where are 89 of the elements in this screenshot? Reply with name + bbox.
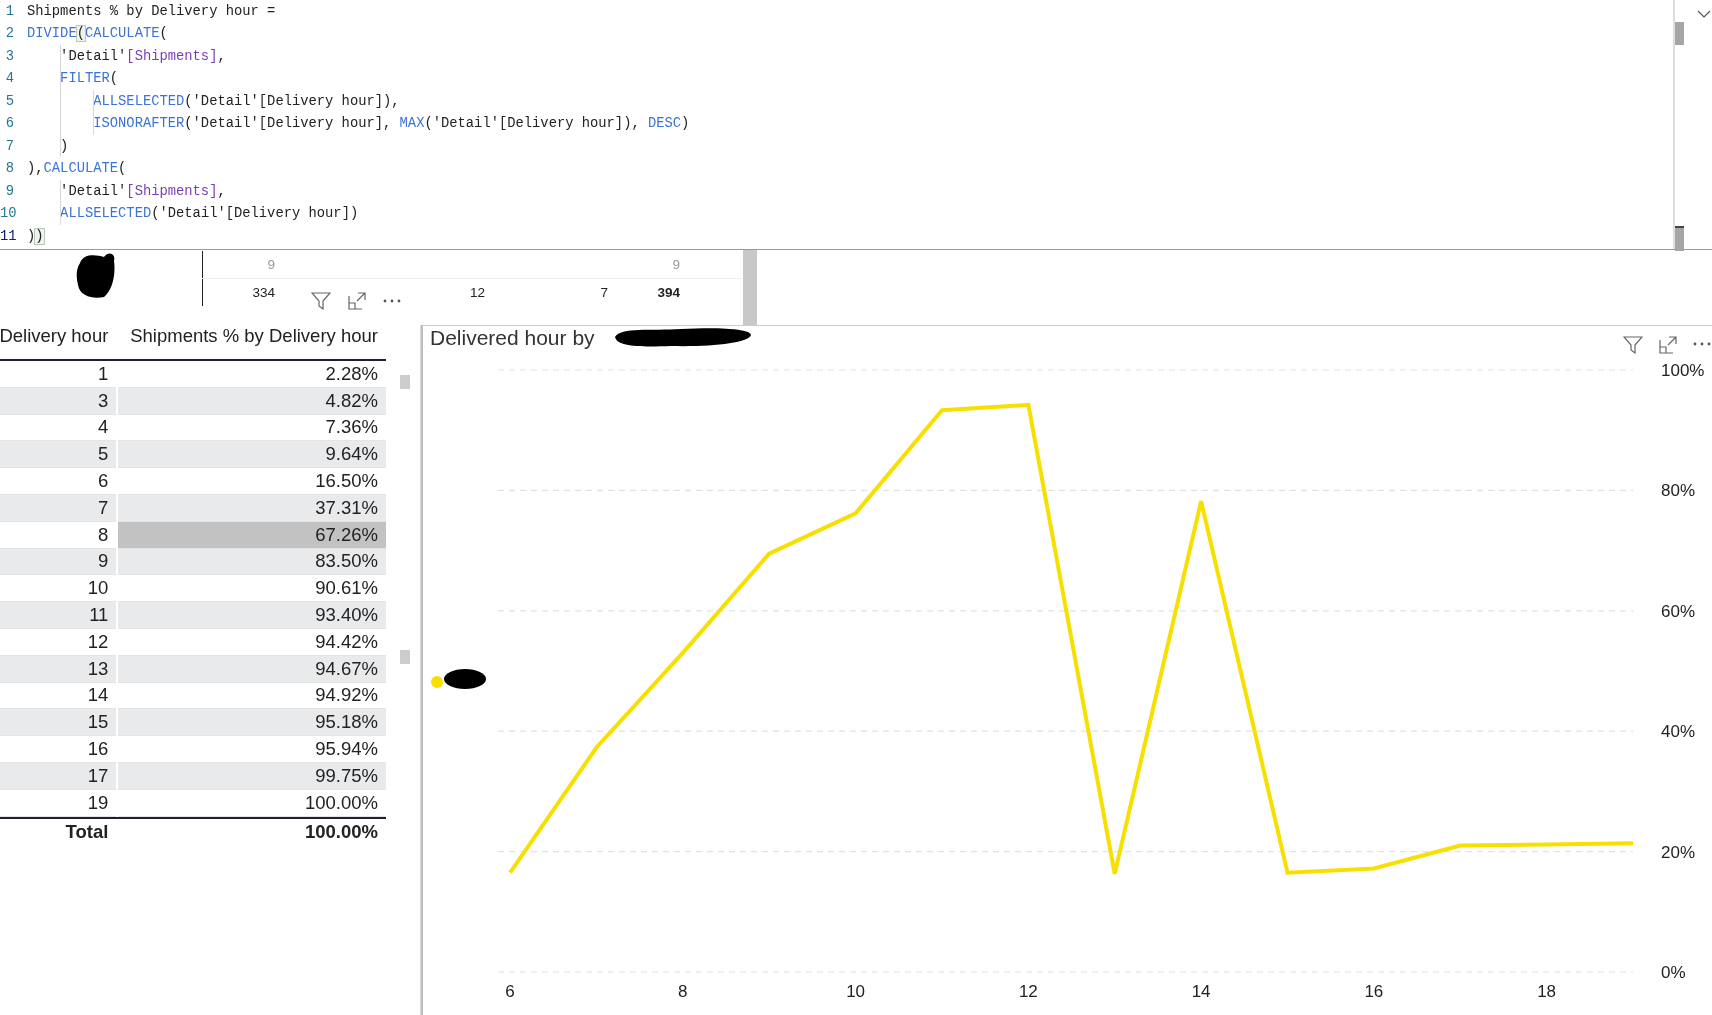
table-cell[interactable]: 9.64% [118, 441, 386, 469]
filter-icon[interactable] [1622, 336, 1643, 354]
table-cell-text: 100.00% [303, 820, 379, 843]
filter-icon[interactable] [311, 292, 331, 310]
axis-label: 6 [505, 982, 515, 1001]
code-line: ISONORAFTER('Detail'[Delivery hour], MAX('Detail'[Delivery hour]), DESC) [92, 116, 690, 132]
axis-label: 8 [678, 982, 688, 1001]
indent-guide [60, 180, 61, 225]
code-line: 'Detail'[Shipments], [59, 48, 226, 64]
code-line: ALLSELECTED('Detail'[Delivery hour]) [59, 206, 359, 222]
table-cell-text: 7 [599, 284, 608, 300]
axis-label: 12 [1018, 982, 1038, 1001]
table-cell-text: 9 [671, 257, 680, 272]
column-header[interactable]: Shipments % by Delivery hour [118, 325, 386, 347]
table-cell[interactable]: 99.75% [118, 762, 386, 790]
line-number: 11 [0, 228, 14, 244]
table-cell: 3 [0, 387, 117, 415]
axis-label: 14 [1191, 982, 1211, 1001]
axis-label: 18 [1537, 982, 1557, 1001]
table-cell-text: 394 [656, 284, 680, 300]
line-number: 4 [4, 71, 14, 87]
code-line: 'Detail'[Shipments], [59, 183, 226, 199]
scroll-thumb[interactable] [1675, 226, 1684, 251]
table-cell: 8 [0, 521, 117, 549]
table-cell[interactable]: 94.67% [118, 655, 386, 683]
scroll-thumb[interactable] [1675, 22, 1684, 45]
column-header[interactable]: Delivery hour [0, 325, 117, 347]
scroll-thumb[interactable] [400, 650, 410, 664]
axis-label: 40% [1660, 722, 1695, 742]
table-cell: 15 [0, 709, 117, 737]
axis-label: 10 [846, 982, 866, 1001]
redaction-mark [443, 669, 486, 689]
line-number: 7 [4, 138, 14, 154]
line-number: 1 [4, 3, 14, 19]
table-cell-text: 9 [266, 257, 275, 272]
axis-label: 60% [1660, 601, 1695, 621]
code-line: ALLSELECTED('Detail'[Delivery hour]), [92, 93, 400, 109]
axis-label: 0% [1660, 963, 1686, 982]
table-cell: 12 [0, 628, 117, 656]
line-number: 9 [4, 183, 14, 199]
table-cell[interactable]: 100.00% [118, 789, 386, 817]
table-cell: 6 [0, 468, 117, 495]
table-cell: 19 [0, 789, 117, 817]
scroll-thumb[interactable] [400, 375, 410, 389]
line-number: 3 [4, 48, 14, 64]
indent-guide [93, 90, 94, 135]
focus-mode-icon[interactable] [1658, 336, 1677, 354]
more-options-icon[interactable] [1692, 342, 1711, 346]
table-cell: 16 [0, 736, 117, 763]
line-number: 6 [4, 116, 14, 132]
table-cell[interactable]: 83.50% [118, 548, 386, 576]
table-cell: 17 [0, 762, 117, 790]
table-cell[interactable]: 94.42% [118, 628, 386, 656]
code-line: Shipments % by Delivery hour = [27, 3, 276, 19]
scroll-bar[interactable] [743, 250, 757, 325]
table-cell[interactable]: 95.94% [118, 736, 386, 763]
code-line: FILTER( [59, 71, 119, 87]
chevron-down-icon[interactable] [1697, 10, 1711, 18]
more-options-icon[interactable] [383, 299, 401, 303]
table-cell[interactable]: 37.31% [118, 495, 386, 522]
chart-title: Delivered hour by [429, 326, 595, 350]
table-cell[interactable]: 67.26% [118, 521, 386, 549]
line-number: 2 [4, 26, 14, 42]
line-number: 10 [0, 206, 14, 222]
table-cell: 1 [0, 361, 117, 388]
axis-label: 20% [1660, 842, 1695, 862]
table-cell[interactable]: 4.82% [118, 387, 386, 415]
table-cell[interactable]: 2.28% [118, 361, 386, 388]
table-cell[interactable]: 95.18% [118, 709, 386, 737]
table-cell-text: 334 [251, 284, 275, 300]
table-cell: 13 [0, 655, 117, 683]
focus-mode-icon[interactable] [348, 292, 366, 310]
code-line: ) [59, 138, 69, 154]
table-cell: 9 [0, 548, 117, 576]
table-cell[interactable]: 93.40% [118, 602, 386, 629]
table-cell: 11 [0, 602, 117, 629]
table-cell: 7 [0, 495, 117, 522]
code-line: )) [27, 228, 44, 244]
total-label: Total [64, 820, 110, 843]
axis-label: 80% [1660, 481, 1695, 501]
table-cell: 5 [0, 441, 117, 469]
code-line: DIVIDE(CALCULATE( [27, 26, 168, 42]
axis-label: 16 [1364, 982, 1384, 1001]
code-line: ),CALCULATE( [27, 161, 127, 177]
line-number: 8 [4, 161, 14, 177]
line-number: 5 [4, 93, 14, 109]
table-cell[interactable]: 16.50% [118, 468, 386, 495]
axis-label: 100% [1660, 361, 1705, 380]
table-cell-text: 12 [468, 284, 485, 300]
